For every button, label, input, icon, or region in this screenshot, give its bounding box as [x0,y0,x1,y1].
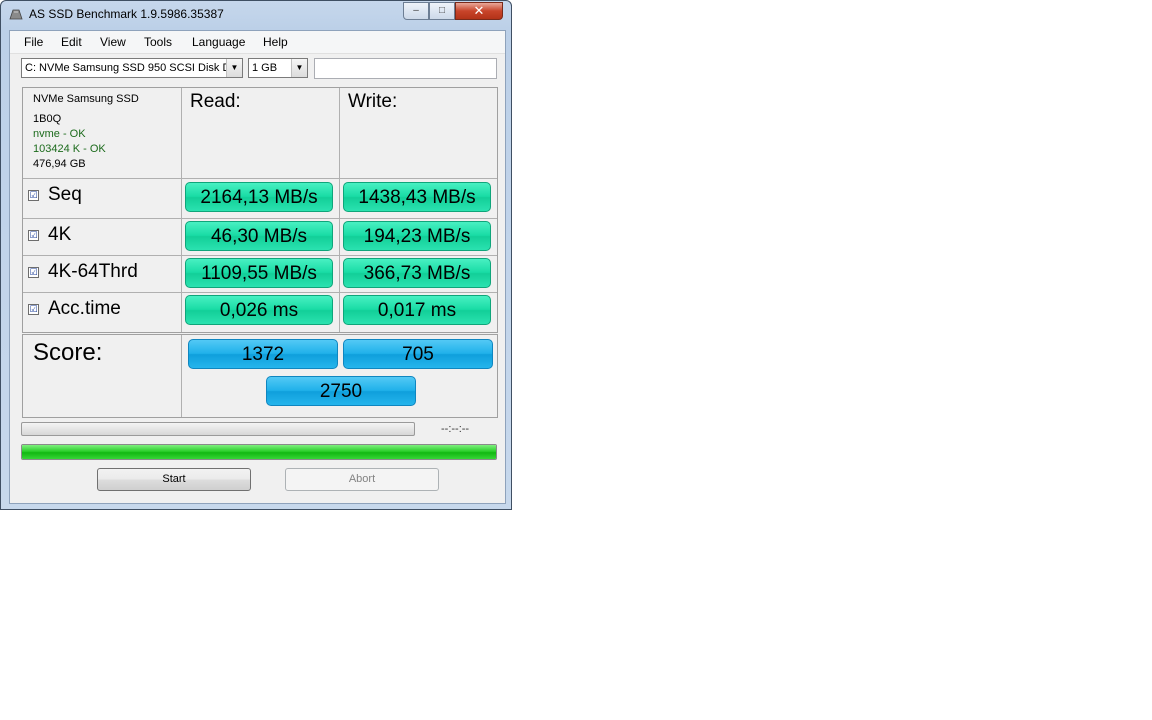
drive-capacity: 476,94 GB [33,158,86,170]
client-area: File Edit View Tools Language Help C: NV… [9,30,506,504]
seq-checkbox[interactable]: ☑ [28,190,39,201]
menu-file[interactable]: File [24,35,43,49]
start-button[interactable]: Start [97,468,251,491]
acctime-checkbox[interactable]: ☑ [28,304,39,315]
score-write: 705 [343,339,493,369]
divider [23,218,497,219]
title-bar[interactable]: AS SSD Benchmark 1.9.5986.35387 – □ ✕ [1,1,511,29]
4k64-label: 4K-64Thrd [48,261,138,282]
app-window: AS SSD Benchmark 1.9.5986.35387 – □ ✕ Fi… [0,0,512,510]
4k64-write-result: 366,73 MB/s [343,258,491,288]
drive-select[interactable]: C: NVMe Samsung SSD 950 SCSI Disk D ▼ [21,58,243,78]
total-progress-fill [22,445,496,459]
score-read: 1372 [188,339,338,369]
write-header: Write: [348,91,398,112]
driver-status: nvme - OK [33,128,86,140]
chevron-down-icon: ▼ [226,59,242,77]
abort-button[interactable]: Abort [285,468,439,491]
menu-edit[interactable]: Edit [61,35,82,49]
seq-write-result: 1438,43 MB/s [343,182,491,212]
score-panel: Score: 1372 705 2750 [22,334,498,418]
total-progress-bar [21,444,497,460]
menu-view[interactable]: View [100,35,126,49]
chevron-down-icon: ▼ [291,59,307,77]
menu-language[interactable]: Language [192,35,245,49]
results-panel: NVMe Samsung SSD 1B0Q nvme - OK 103424 K… [22,87,498,333]
divider [23,292,497,293]
divider [181,335,182,417]
size-select-value: 1 GB [252,62,278,74]
test-progress-bar [21,422,415,436]
acctime-read-result: 0,026 ms [185,295,333,325]
elapsed-timer: --:--:-- [441,423,470,435]
4k-label: 4K [48,224,72,245]
divider [339,88,340,332]
window-title: AS SSD Benchmark 1.9.5986.35387 [29,7,224,21]
score-total: 2750 [266,376,416,406]
seq-label: Seq [48,184,82,205]
4k64-read-result: 1109,55 MB/s [185,258,333,288]
4k-read-result: 46,30 MB/s [185,221,333,251]
name-input[interactable] [314,58,497,79]
close-button[interactable]: ✕ [455,2,503,20]
menu-bar: File Edit View Tools Language Help [10,31,505,54]
drive-firmware: 1B0Q [33,113,62,125]
4k-checkbox[interactable]: ☑ [28,230,39,241]
acctime-write-result: 0,017 ms [343,295,491,325]
divider [181,88,182,332]
score-label: Score: [33,339,103,366]
size-select[interactable]: 1 GB ▼ [248,58,308,78]
4k-write-result: 194,23 MB/s [343,221,491,251]
acctime-label: Acc.time [48,298,121,319]
4k64-checkbox[interactable]: ☑ [28,267,39,278]
read-header: Read: [190,91,241,112]
menu-help[interactable]: Help [263,35,288,49]
app-icon [9,9,23,20]
maximize-button[interactable]: □ [429,2,455,20]
minimize-button[interactable]: – [403,2,429,20]
drive-select-value: C: NVMe Samsung SSD 950 SCSI Disk D [25,62,231,74]
divider [23,255,497,256]
seq-read-result: 2164,13 MB/s [185,182,333,212]
drive-model: NVMe Samsung SSD [33,93,139,105]
menu-tools[interactable]: Tools [144,35,172,49]
divider [23,178,497,179]
alignment-status: 103424 K - OK [33,143,106,155]
